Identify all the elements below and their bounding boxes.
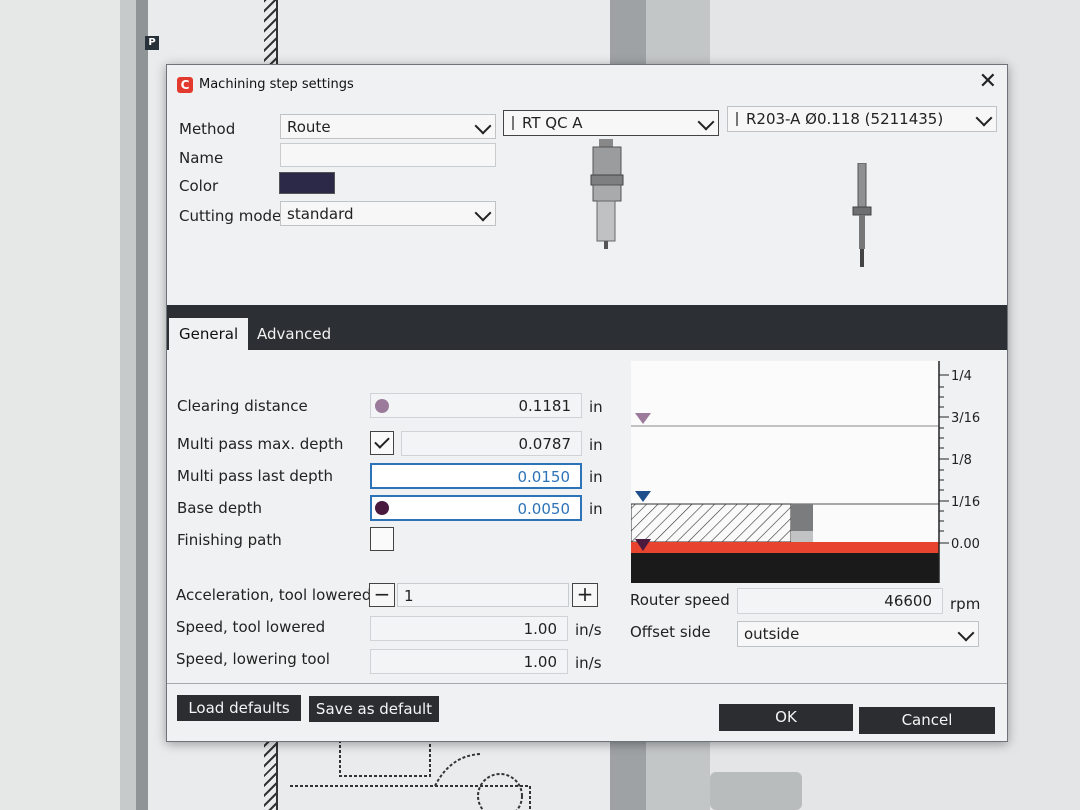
multi-pass-max-unit: in bbox=[589, 436, 603, 454]
multi-pass-last-input[interactable]: 0.0150 bbox=[370, 463, 582, 489]
name-label: Name bbox=[179, 149, 224, 167]
scale-label: 1/16 bbox=[951, 495, 980, 510]
clearing-distance-input[interactable]: 0.1181 bbox=[370, 393, 582, 418]
router-bit-image bbox=[852, 163, 872, 267]
offset-side-label: Offset side bbox=[630, 623, 711, 641]
tool-tip bbox=[791, 531, 813, 542]
ok-button[interactable]: OK bbox=[719, 704, 853, 731]
acceleration-increment-button[interactable]: + bbox=[572, 583, 598, 607]
router-speed-unit: rpm bbox=[950, 595, 981, 613]
clearing-distance-unit: in bbox=[589, 398, 603, 416]
router-speed-label: Router speed bbox=[630, 591, 730, 609]
name-input[interactable] bbox=[280, 143, 496, 167]
machining-step-dialog: C Machining step settings ✕ Method Route… bbox=[166, 64, 1008, 742]
cutting-mode-select[interactable]: standard bbox=[280, 201, 496, 226]
scale-label: 0.00 bbox=[951, 537, 980, 552]
base-layer bbox=[631, 542, 939, 553]
multi-pass-last-unit: in bbox=[589, 468, 603, 486]
base-depth-input[interactable]: 0.0050 bbox=[370, 495, 582, 521]
close-icon[interactable]: ✕ bbox=[979, 69, 997, 94]
tool-select[interactable]: R203-A Ø0.118 (5211435) bbox=[727, 106, 997, 132]
clearing-distance-label: Clearing distance bbox=[177, 397, 308, 415]
title-bar[interactable]: C Machining step settings ✕ bbox=[167, 65, 1007, 103]
base-depth-marker-icon bbox=[375, 501, 389, 515]
speed-lowering-input[interactable]: 1.00 bbox=[370, 649, 568, 674]
footer-divider bbox=[167, 683, 1007, 684]
method-label: Method bbox=[179, 120, 236, 138]
clearing-marker-icon bbox=[375, 399, 389, 413]
tab-advanced[interactable]: Advanced bbox=[247, 318, 341, 350]
chevron-down-icon bbox=[697, 113, 715, 131]
scale-label: 1/8 bbox=[951, 453, 972, 468]
multi-pass-max-checkbox[interactable] bbox=[370, 431, 394, 455]
hatched-material bbox=[631, 503, 792, 543]
acceleration-decrement-button[interactable]: − bbox=[369, 583, 395, 607]
depth-preview: 1/4 3/16 1/8 1/16 0.00 bbox=[631, 361, 980, 583]
base-depth-label: Base depth bbox=[177, 499, 262, 517]
background-hatch-bottom bbox=[264, 735, 278, 810]
load-defaults-button[interactable]: Load defaults bbox=[177, 695, 301, 721]
p-badge-icon: P bbox=[145, 36, 159, 50]
multi-pass-max-label: Multi pass max. depth bbox=[177, 435, 344, 453]
background-hatch bbox=[264, 0, 278, 70]
speed-lowered-label: Speed, tool lowered bbox=[176, 618, 326, 636]
scale-label: 3/16 bbox=[951, 411, 980, 426]
app-logo-icon: C bbox=[177, 77, 193, 93]
dialog-title: Machining step settings bbox=[199, 77, 354, 92]
color-swatch[interactable] bbox=[279, 172, 335, 194]
scale-label: 1/4 bbox=[951, 369, 972, 384]
tool-value: R203-A Ø0.118 (5211435) bbox=[746, 110, 944, 128]
cutting-mode-value: standard bbox=[287, 205, 354, 223]
tool-marker-icon bbox=[736, 112, 738, 126]
background-drawing bbox=[290, 739, 531, 810]
method-select[interactable]: Route bbox=[280, 114, 496, 139]
speed-lowering-unit: in/s bbox=[575, 654, 602, 672]
speed-lowered-input[interactable]: 1.00 bbox=[370, 616, 568, 641]
color-label: Color bbox=[179, 177, 219, 195]
chevron-down-icon bbox=[957, 624, 975, 642]
cancel-button[interactable]: Cancel bbox=[859, 707, 995, 734]
offset-side-select[interactable]: outside bbox=[737, 621, 979, 647]
background-divider bbox=[120, 0, 136, 810]
holder-marker-icon bbox=[512, 116, 514, 130]
router-speed-input[interactable]: 46600 bbox=[737, 588, 943, 614]
acceleration-label: Acceleration, tool lowered bbox=[176, 586, 372, 604]
base-depth-unit: in bbox=[589, 500, 603, 518]
offset-side-value: outside bbox=[744, 625, 800, 643]
acceleration-input[interactable]: 1 bbox=[397, 583, 569, 607]
multi-pass-last-label: Multi pass last depth bbox=[177, 467, 334, 485]
background-panel-left bbox=[0, 0, 120, 810]
speed-lowering-label: Speed, lowering tool bbox=[176, 650, 330, 668]
method-value: Route bbox=[287, 118, 331, 136]
bed-layer bbox=[631, 553, 939, 583]
save-as-default-button[interactable]: Save as default bbox=[309, 696, 439, 722]
tool-holder-image bbox=[590, 139, 624, 249]
chevron-down-icon bbox=[975, 109, 993, 127]
chevron-down-icon bbox=[474, 117, 492, 135]
holder-value: RT QC A bbox=[522, 114, 583, 132]
chevron-down-icon bbox=[474, 204, 492, 222]
speed-lowered-unit: in/s bbox=[575, 621, 602, 639]
finishing-path-checkbox[interactable] bbox=[370, 527, 394, 551]
background-button[interactable] bbox=[710, 772, 802, 810]
background-scrollbar[interactable] bbox=[136, 0, 148, 810]
multi-pass-max-input[interactable]: 0.0787 bbox=[401, 431, 582, 456]
finishing-path-label: Finishing path bbox=[177, 531, 282, 549]
tab-general[interactable]: General bbox=[169, 318, 249, 350]
cutting-mode-label: Cutting mode bbox=[179, 207, 282, 225]
holder-select[interactable]: RT QC A bbox=[503, 110, 719, 136]
